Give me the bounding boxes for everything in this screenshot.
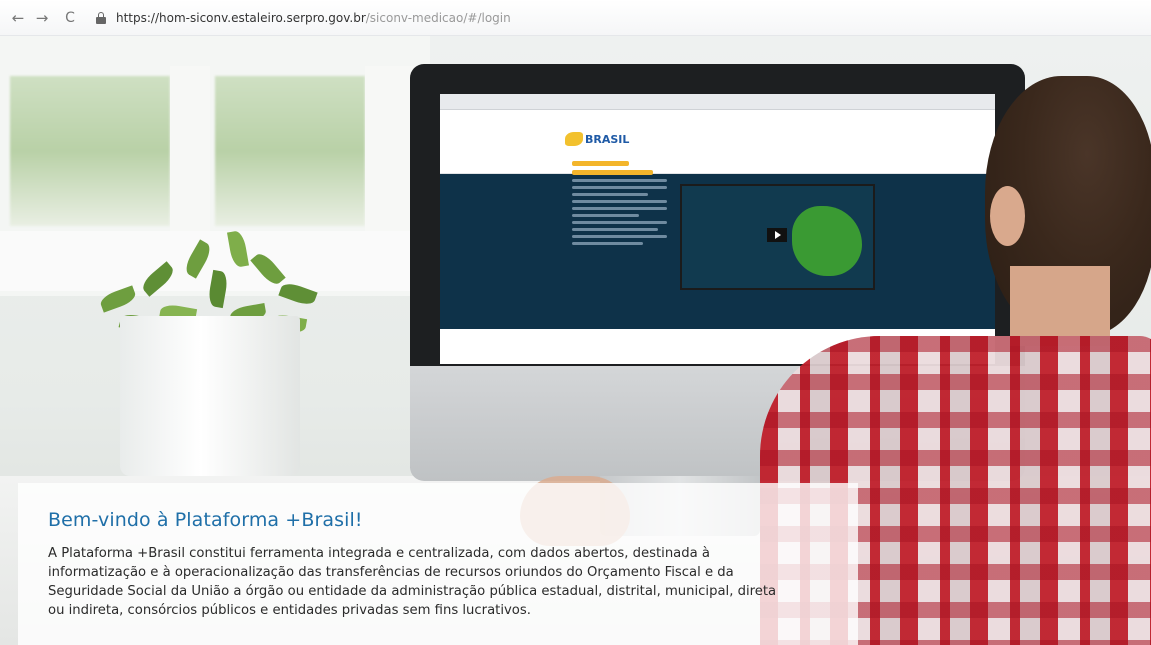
play-icon xyxy=(767,228,787,242)
reload-icon[interactable]: C xyxy=(58,6,82,30)
lock-icon xyxy=(96,11,106,24)
person-neck xyxy=(1010,266,1110,346)
screen-video-thumbnail xyxy=(680,184,875,290)
url-host: https://hom-siconv.estaleiro.serpro.gov.… xyxy=(116,10,366,25)
person-ear xyxy=(990,186,1025,246)
address-bar[interactable]: https://hom-siconv.estaleiro.serpro.gov.… xyxy=(96,11,511,25)
url-path: /siconv-medicao/#/login xyxy=(365,10,511,25)
forward-arrow-icon[interactable]: → xyxy=(30,6,54,30)
url-text[interactable]: https://hom-siconv.estaleiro.serpro.gov.… xyxy=(116,11,511,25)
welcome-panel: Bem-vindo à Plataforma +Brasil! A Plataf… xyxy=(18,483,858,645)
plant-pot xyxy=(120,316,300,476)
login-page-background: BRASIL Bem-vindo à Plataforma +Brasil! A… xyxy=(0,36,1151,645)
screen-text-lines xyxy=(572,161,667,261)
map-icon xyxy=(792,206,862,276)
back-arrow-icon[interactable]: ← xyxy=(6,6,30,30)
welcome-title: Bem-vindo à Plataforma +Brasil! xyxy=(48,509,363,531)
browser-toolbar: ← → C https://hom-siconv.estaleiro.serpr… xyxy=(0,0,1151,36)
welcome-description: A Plataforma +Brasil constitui ferrament… xyxy=(48,546,777,618)
screen-logo-icon: BRASIL xyxy=(565,130,645,148)
